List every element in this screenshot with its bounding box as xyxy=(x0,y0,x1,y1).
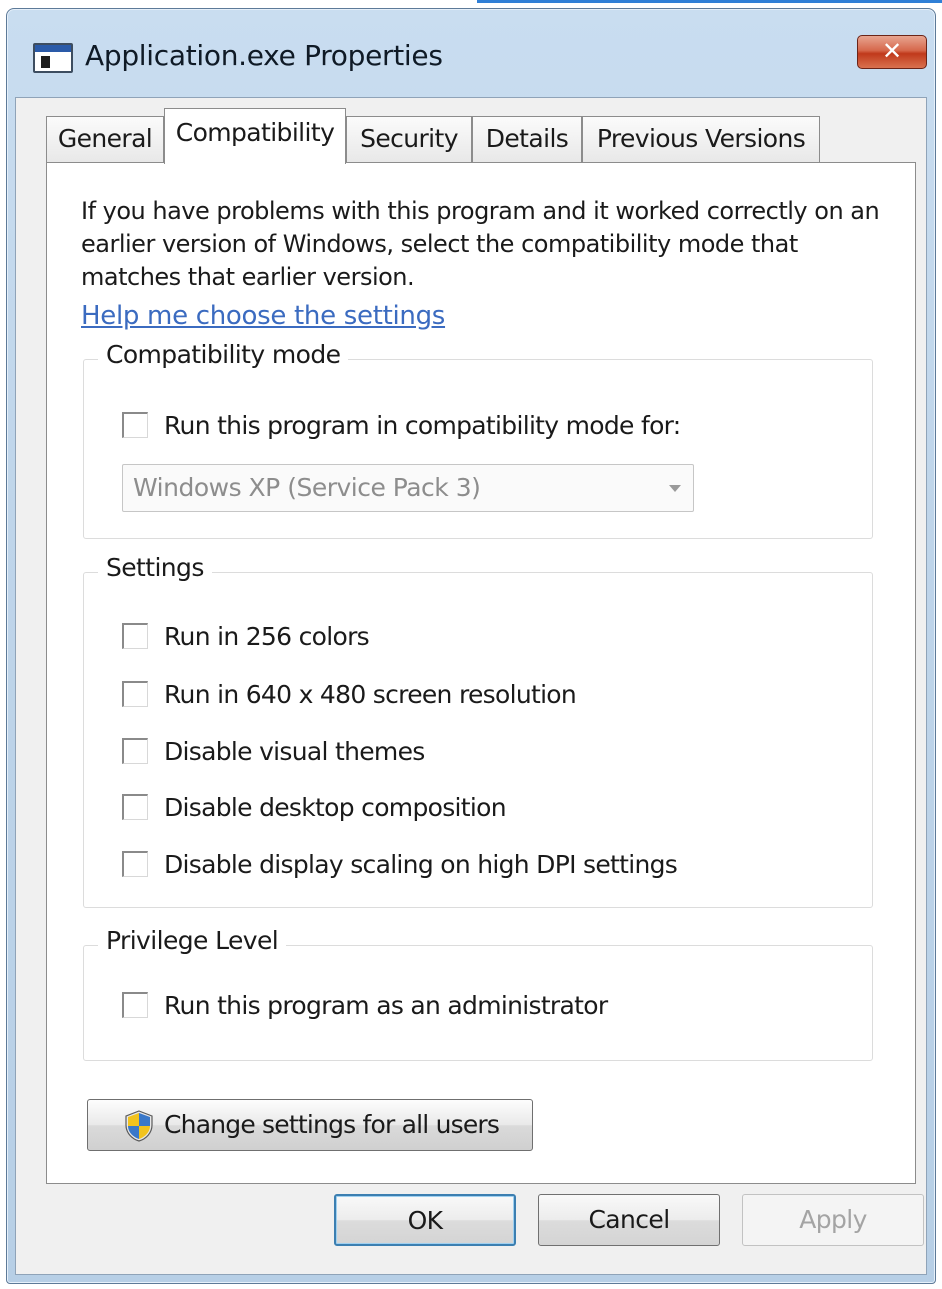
tab-security[interactable]: Security xyxy=(346,116,472,162)
setting-disable-dpi-scaling-checkbox[interactable] xyxy=(122,851,148,877)
setting-disable-dpi-scaling[interactable]: Disable display scaling on high DPI sett… xyxy=(122,847,678,881)
settings-group: Settings Run in 256 colors Run in 640 x … xyxy=(83,553,873,908)
cancel-button[interactable]: Cancel xyxy=(538,1194,720,1246)
help-me-choose-link[interactable]: Help me choose the settings xyxy=(81,301,445,331)
application-window-icon xyxy=(33,43,73,73)
close-button[interactable]: ✕ xyxy=(857,35,927,69)
chevron-down-icon xyxy=(669,485,681,492)
compat-mode-checkbox[interactable] xyxy=(122,412,148,438)
app-icon-glyph xyxy=(41,56,50,68)
window-title: Application.exe Properties xyxy=(85,39,443,72)
setting-disable-dpi-scaling-label: Disable display scaling on high DPI sett… xyxy=(164,849,678,879)
close-icon: ✕ xyxy=(881,37,903,65)
app-icon-titlebar xyxy=(35,45,71,52)
os-version-value: Windows XP (Service Pack 3) xyxy=(133,473,481,502)
compatibility-panel: If you have problems with this program a… xyxy=(46,162,916,1184)
run-as-admin-checkbox[interactable] xyxy=(122,992,148,1018)
run-as-admin-option[interactable]: Run this program as an administrator xyxy=(122,988,608,1022)
setting-640x480-checkbox[interactable] xyxy=(122,681,148,707)
compat-mode-option[interactable]: Run this program in compatibility mode f… xyxy=(122,408,681,442)
top-accent-bar xyxy=(477,0,942,3)
setting-640x480-label: Run in 640 x 480 screen resolution xyxy=(164,679,577,709)
properties-dialog: Application.exe Properties ✕ General Com… xyxy=(6,8,936,1284)
title-bar[interactable]: Application.exe Properties ✕ xyxy=(7,9,935,97)
run-as-admin-label: Run this program as an administrator xyxy=(164,990,608,1020)
setting-disable-visual-themes-checkbox[interactable] xyxy=(122,738,148,764)
privilege-level-group: Privilege Level Run this program as an a… xyxy=(83,926,873,1061)
setting-disable-desktop-composition-checkbox[interactable] xyxy=(122,794,148,820)
setting-disable-visual-themes[interactable]: Disable visual themes xyxy=(122,734,425,768)
setting-256-colors-checkbox[interactable] xyxy=(122,623,148,649)
intro-text: If you have problems with this program a… xyxy=(81,197,880,291)
os-version-select[interactable]: Windows XP (Service Pack 3) xyxy=(122,464,694,512)
tab-previous-versions[interactable]: Previous Versions xyxy=(582,116,820,162)
setting-disable-desktop-composition[interactable]: Disable desktop composition xyxy=(122,790,507,824)
tab-general[interactable]: General xyxy=(46,116,164,162)
setting-disable-desktop-composition-label: Disable desktop composition xyxy=(164,792,507,822)
ok-button[interactable]: OK xyxy=(334,1194,516,1246)
setting-640x480[interactable]: Run in 640 x 480 screen resolution xyxy=(122,677,577,711)
setting-disable-visual-themes-label: Disable visual themes xyxy=(164,736,425,766)
settings-heading: Settings xyxy=(98,553,212,582)
dialog-client-area: General Compatibility Security Details P… xyxy=(15,97,927,1275)
compatibility-mode-group: Compatibility mode Run this program in c… xyxy=(83,340,873,539)
privilege-level-heading: Privilege Level xyxy=(98,926,287,955)
tab-details[interactable]: Details xyxy=(472,116,582,162)
compat-mode-label: Run this program in compatibility mode f… xyxy=(164,410,681,440)
compatibility-mode-heading: Compatibility mode xyxy=(98,340,349,369)
uac-shield-icon xyxy=(125,1110,153,1142)
change-settings-label: Change settings for all users xyxy=(164,1110,500,1139)
change-settings-all-users-button[interactable]: Change settings for all users xyxy=(87,1099,533,1151)
setting-256-colors[interactable]: Run in 256 colors xyxy=(122,619,370,653)
tab-compatibility[interactable]: Compatibility xyxy=(164,108,346,164)
setting-256-colors-label: Run in 256 colors xyxy=(164,621,370,651)
apply-button[interactable]: Apply xyxy=(742,1194,924,1246)
